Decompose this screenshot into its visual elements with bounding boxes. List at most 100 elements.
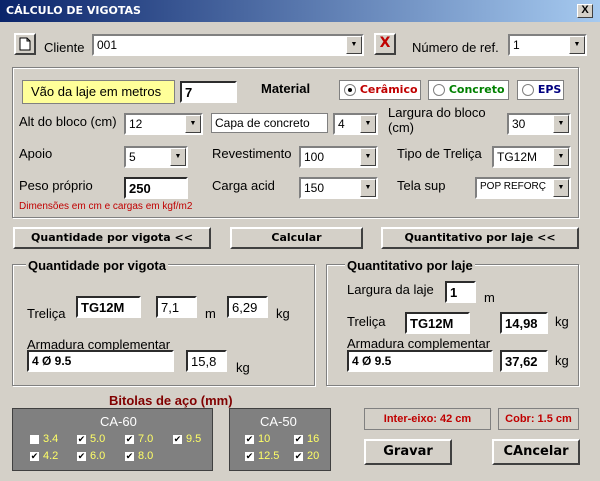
laje-armadura-input[interactable]: 4 Ø 9.5 [347, 350, 493, 372]
ca60-checkbox-item[interactable]: ✔ 8.0 [124, 450, 153, 462]
delete-button[interactable]: X [374, 33, 396, 55]
laje-trelica-kg[interactable]: 14,98 [500, 312, 548, 334]
checkbox[interactable]: ✔ [293, 450, 304, 462]
tipo-trelica-select[interactable]: TG12M ▼ [492, 146, 571, 168]
checkbox-label: 3.4 [43, 433, 59, 445]
checkbox[interactable]: ✔ [244, 450, 255, 462]
tela-select[interactable]: POP REFORÇ ▼ [475, 177, 571, 199]
chevron-down-icon[interactable]: ▼ [170, 148, 186, 166]
material-ceramico[interactable]: Cerâmico [339, 80, 421, 100]
material-ceramico-label: Cerâmico [359, 83, 418, 96]
ca60-checkbox-item[interactable]: ✔ 9.5 [172, 433, 201, 445]
tela-label: Tela sup [397, 178, 446, 193]
carga-select[interactable]: 150 ▼ [299, 177, 378, 199]
vigota-title: Quantidade por vigota [26, 258, 168, 273]
apoio-value: 5 [129, 150, 136, 164]
ca50-title: CA-50 [260, 414, 297, 429]
client-label: Cliente [44, 40, 85, 55]
qtd-vigota-button[interactable]: Quantidade por vigota << [13, 227, 211, 249]
gravar-button[interactable]: Gravar [364, 439, 452, 465]
chevron-down-icon[interactable]: ▼ [360, 148, 376, 166]
radio-concreto[interactable] [433, 84, 445, 96]
cobr-info: Cobr: 1.5 cm [498, 408, 579, 430]
laje-armadura-kg[interactable]: 37,62 [500, 350, 548, 372]
radio-eps[interactable] [522, 84, 534, 96]
inter-eixo-info: Inter-eixo: 42 cm [364, 408, 491, 430]
client-value: 001 [97, 38, 118, 52]
chevron-down-icon[interactable]: ▼ [553, 148, 569, 166]
ca50-checkbox-item[interactable]: ✔ 16 [293, 433, 319, 445]
checkbox[interactable]: ✔ [124, 433, 135, 445]
vigota-trelica-input[interactable]: TG12M [76, 296, 141, 318]
laje-title: Quantitativo por laje [345, 258, 475, 273]
ca60-checkbox-item[interactable]: ✔ 4.2 [29, 450, 58, 462]
material-eps[interactable]: EPS [517, 80, 564, 100]
ca50-checkbox-item[interactable]: ✔ 10 [244, 433, 270, 445]
ca60-checkbox-item[interactable]: ✔ 7.0 [124, 433, 153, 445]
capa-label: Capa de concreto [211, 113, 328, 133]
qtd-laje-button[interactable]: Quantitativo por laje << [381, 227, 579, 249]
ref-select[interactable]: 1 ▼ [508, 34, 587, 56]
checkbox-label: 4.2 [43, 450, 59, 462]
checkbox[interactable]: ✔ [172, 433, 183, 445]
alt-bloco-label: Alt do bloco (cm) [19, 114, 117, 129]
radio-ceramico[interactable] [344, 84, 356, 96]
ca60-checkbox-item[interactable]: 3.4 [29, 433, 58, 445]
apoio-label: Apoio [19, 146, 53, 161]
chevron-down-icon[interactable]: ▼ [346, 36, 362, 54]
checkbox[interactable] [29, 433, 40, 445]
checkbox-label: 9.5 [186, 433, 202, 445]
chevron-down-icon[interactable]: ▼ [569, 36, 585, 54]
ref-label: Número de ref. [412, 40, 499, 55]
checkbox[interactable]: ✔ [244, 433, 255, 445]
vigota-trelica-m[interactable]: 7,1 [156, 296, 197, 318]
vao-input[interactable]: 7 [180, 81, 237, 103]
laje-trelica-input[interactable]: TG12M [405, 312, 470, 334]
checkbox[interactable]: ✔ [29, 450, 40, 462]
peso-input[interactable]: 250 [124, 177, 188, 199]
material-concreto[interactable]: Concreto [428, 80, 509, 100]
revestimento-value: 100 [304, 150, 325, 164]
capa-select[interactable]: 4 ▼ [333, 113, 378, 135]
cancelar-button[interactable]: CAncelar [492, 439, 580, 465]
vigota-trelica-kg[interactable]: 6,29 [227, 296, 268, 318]
largura-bloco-value: 30 [512, 117, 526, 131]
material-label: Material [261, 81, 311, 96]
chevron-down-icon[interactable]: ▼ [360, 115, 376, 133]
checkbox[interactable]: ✔ [293, 433, 304, 445]
close-button[interactable]: X [577, 4, 593, 18]
checkbox[interactable]: ✔ [76, 433, 87, 445]
laje-largura-input[interactable]: 1 [445, 281, 476, 303]
client-select[interactable]: 001 ▼ [92, 34, 364, 56]
ca50-checkbox-item[interactable]: ✔ 20 [293, 450, 319, 462]
chevron-down-icon[interactable]: ▼ [553, 115, 569, 133]
checkbox[interactable]: ✔ [124, 450, 135, 462]
ca60-checkbox-item[interactable]: ✔ 6.0 [76, 450, 105, 462]
chevron-down-icon[interactable]: ▼ [185, 115, 201, 133]
vigota-armadura-kg[interactable]: 15,8 [186, 350, 227, 372]
laje-armadura-label: Armadura complementar [347, 336, 491, 351]
apoio-select[interactable]: 5 ▼ [124, 146, 188, 168]
checkbox-label: 12.5 [258, 450, 280, 462]
laje-trelica-label: Treliça [347, 314, 386, 329]
carga-value: 150 [304, 181, 325, 195]
tela-value: POP REFORÇ [480, 181, 546, 192]
alt-bloco-select[interactable]: 12 ▼ [124, 113, 203, 135]
calcular-button[interactable]: Calcular [230, 227, 363, 249]
revestimento-select[interactable]: 100 ▼ [299, 146, 378, 168]
checkbox-label: 6.0 [90, 450, 106, 462]
checkbox[interactable]: ✔ [76, 450, 87, 462]
ca60-checkbox-item[interactable]: ✔ 5.0 [76, 433, 105, 445]
ca50-checkbox-item[interactable]: ✔ 12.5 [244, 450, 279, 462]
new-document-button[interactable] [14, 33, 36, 55]
vigota-armadura-input[interactable]: 4 Ø 9.5 [27, 350, 174, 372]
chevron-down-icon[interactable]: ▼ [360, 179, 376, 197]
largura-bloco-select[interactable]: 30 ▼ [507, 113, 571, 135]
checkbox-label: 7.0 [138, 433, 154, 445]
largura-bloco-label: Largura do bloco (cm) [388, 105, 486, 135]
bitolas-title: Bitolas de aço (mm) [109, 393, 233, 408]
material-eps-label: EPS [537, 83, 562, 96]
chevron-down-icon[interactable]: ▼ [553, 179, 569, 197]
document-icon [19, 37, 31, 51]
vao-label: Vão da laje em metros [22, 80, 175, 104]
